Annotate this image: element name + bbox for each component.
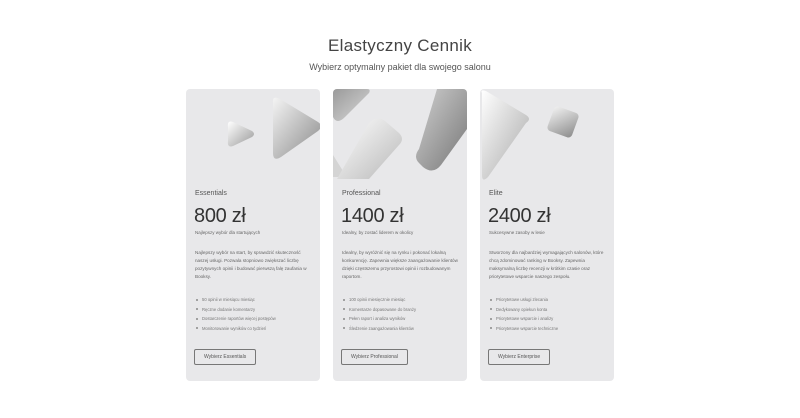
plan-description: Najlepszy wybór na start, by sprawdzić s… — [195, 250, 307, 280]
feature-item: Monitorowanie wyników co tydzień — [195, 324, 315, 334]
plan-description: Stworzony dla najbardziej wymagających s… — [489, 250, 604, 280]
feature-item: Ręczne dodanie komentarzy — [195, 305, 315, 315]
select-professional-button[interactable]: Wybierz Professional — [341, 349, 408, 365]
bullet-icon — [196, 317, 198, 320]
card-illustration — [481, 90, 579, 180]
plan-description: Idealny, by wyróżnić się na rynku i poko… — [342, 250, 458, 280]
page-title: Elastyczny Cennik — [328, 36, 472, 55]
bullet-icon — [490, 317, 492, 320]
plan-price: 2400 zł — [488, 205, 551, 227]
feature-item: 50 opinii w miesiącu miesiąc — [195, 295, 315, 305]
feature-item: Śledzenie zaangażowania klientów — [342, 324, 462, 334]
card-illustration — [227, 97, 320, 159]
plan-name: Professional — [342, 190, 381, 197]
bullet-icon — [196, 308, 198, 311]
plan-name: Essentials — [195, 190, 227, 197]
feature-item: Dostarczenie raportów więcej postępów — [195, 314, 315, 324]
plan-name: Elite — [489, 190, 503, 197]
feature-item: Priorytetowe wsparcie i analizy — [489, 314, 609, 324]
feature-item: Komentarze dopasowane do branży — [342, 305, 462, 315]
feature-item: Dedykowany opiekun konta — [489, 305, 609, 315]
plan-tagline: Sukcesywne zasoby w lesie — [489, 230, 545, 235]
bullet-icon — [196, 327, 198, 330]
bullet-icon — [343, 308, 345, 311]
feature-list: Priorytetowe usługi zlecania Dedykowany … — [489, 295, 609, 333]
feature-item: Priorytetowe usługi zlecania — [489, 295, 609, 305]
bullet-icon — [490, 308, 492, 311]
feature-item: Pełen raport i analiza wyników — [342, 314, 462, 324]
feature-item: 100 opinii miesięcznie miesiąc — [342, 295, 462, 305]
plan-price: 800 zł — [194, 205, 246, 227]
pricing-card-professional: Professional 1400 zł Idealny, by zostać … — [333, 89, 467, 381]
feature-list: 100 opinii miesięcznie miesiąc Komentarz… — [342, 295, 462, 333]
select-essentials-button[interactable]: Wybierz Essentials — [194, 349, 257, 365]
bullet-icon — [343, 317, 345, 320]
pricing-cards: Essentials 800 zł Najlepszy wybór dla st… — [186, 89, 616, 381]
bullet-icon — [343, 298, 345, 301]
plan-price: 1400 zł — [341, 205, 404, 227]
bullet-icon — [196, 298, 198, 301]
feature-item: Priorytetowe wsparcie techniczne — [489, 324, 609, 334]
bullet-icon — [343, 327, 345, 330]
plan-tagline: Najlepszy wybór dla startujących — [195, 230, 261, 235]
plan-tagline: Idealny, by zostać liderem w okolicy — [342, 230, 414, 235]
pricing-card-essentials: Essentials 800 zł Najlepszy wybór dla st… — [186, 89, 320, 381]
select-enterprise-button[interactable]: Wybierz Enterprise — [488, 349, 551, 365]
card-illustration — [333, 89, 467, 179]
pricing-card-elite: Elite 2400 zł Sukcesywne zasoby w lesie … — [480, 89, 614, 381]
bullet-icon — [490, 327, 492, 330]
bullet-icon — [490, 298, 492, 301]
page-subtitle: Wybierz optymalny pakiet dla swojego sal… — [309, 62, 491, 72]
feature-list: 50 opinii w miesiącu miesiąc Ręczne doda… — [195, 295, 315, 333]
